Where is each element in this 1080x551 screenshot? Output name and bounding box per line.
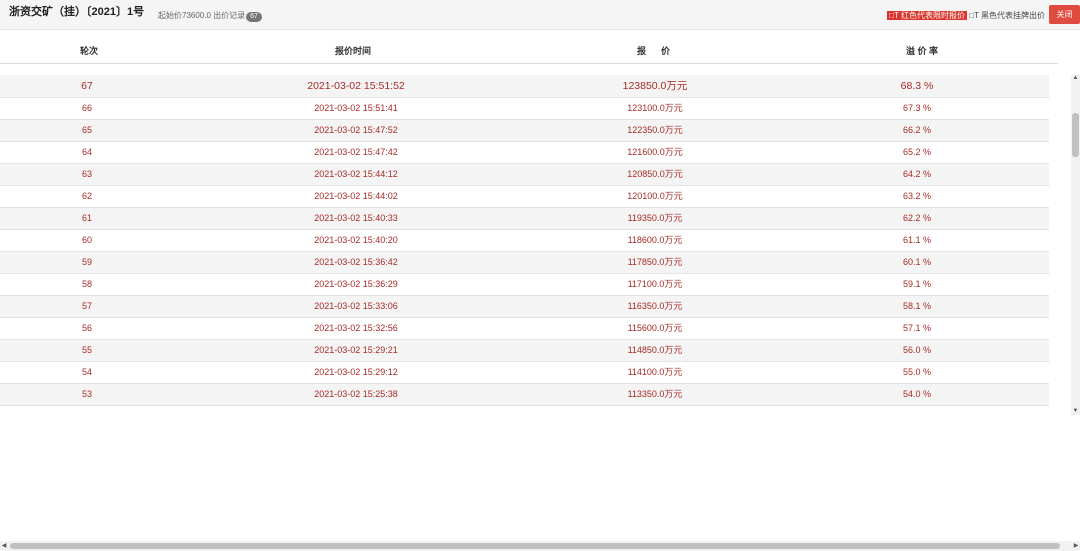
price-cell: 123100.0万元 <box>627 103 683 113</box>
price-cell: 123850.0万元 <box>622 80 688 92</box>
vertical-scroll-thumb[interactable] <box>1072 113 1079 157</box>
legend-black: □T 黑色代表挂牌出价 <box>969 11 1045 20</box>
round-cell: 55 <box>81 345 93 355</box>
rate-cell: 58.1 % <box>902 301 932 311</box>
legend: □T 红色代表限时报价 □T 黑色代表挂牌出价 <box>887 10 1045 21</box>
time-cell: 2021-03-02 15:47:52 <box>314 125 398 135</box>
scroll-up-arrow-icon[interactable]: ▲ <box>1072 75 1079 82</box>
rate-cell: 68.3 % <box>900 80 934 92</box>
scroll-down-arrow-icon[interactable]: ▼ <box>1072 408 1079 415</box>
price-cell: 120850.0万元 <box>627 169 683 179</box>
table-row: 67 2021-03-02 15:51:52 123850.0万元 68.3 % <box>0 75 1049 98</box>
column-header-price: 报 价 <box>637 46 671 56</box>
rate-cell: 54.0 % <box>902 389 932 399</box>
round-cell: 56 <box>81 323 93 333</box>
table-row: 58 2021-03-02 15:36:29 117100.0万元 59.1 % <box>0 274 1049 296</box>
round-cell: 62 <box>81 191 93 201</box>
time-cell: 2021-03-02 15:40:20 <box>314 235 398 245</box>
round-cell: 57 <box>81 301 93 311</box>
table-row: 54 2021-03-02 15:29:12 114100.0万元 55.0 % <box>0 362 1049 384</box>
time-cell: 2021-03-02 15:51:41 <box>314 103 398 113</box>
rate-cell: 60.1 % <box>902 257 932 267</box>
time-cell: 2021-03-02 15:25:38 <box>314 389 398 399</box>
table-row: 61 2021-03-02 15:40:33 119350.0万元 62.2 % <box>0 208 1049 230</box>
rate-cell: 61.1 % <box>902 235 932 245</box>
table-row: 66 2021-03-02 15:51:41 123100.0万元 67.3 % <box>0 98 1049 120</box>
round-cell: 63 <box>81 169 93 179</box>
round-cell: 60 <box>81 235 93 245</box>
price-cell: 115600.0万元 <box>627 323 683 333</box>
price-cell: 116350.0万元 <box>627 301 683 311</box>
table-row: 55 2021-03-02 15:29:21 114850.0万元 56.0 % <box>0 340 1049 362</box>
table-row: 63 2021-03-02 15:44:12 120850.0万元 64.2 % <box>0 164 1049 186</box>
round-cell: 65 <box>81 125 93 135</box>
record-count-badge: 67 <box>246 12 262 22</box>
rate-cell: 67.3 % <box>902 103 932 113</box>
table-row: 60 2021-03-02 15:40:20 118600.0万元 61.1 % <box>0 230 1049 252</box>
horizontal-scrollbar[interactable]: ◀ ▶ <box>0 541 1080 551</box>
table-spacer <box>0 64 1058 75</box>
round-cell: 58 <box>81 279 93 289</box>
round-cell: 53 <box>81 389 93 399</box>
time-cell: 2021-03-02 15:33:06 <box>314 301 398 311</box>
start-price-label: 起始价73600.0 出价记录 <box>158 11 246 20</box>
rate-cell: 65.2 % <box>902 147 932 157</box>
time-cell: 2021-03-02 15:32:56 <box>314 323 398 333</box>
close-button[interactable]: 关闭 <box>1049 5 1080 24</box>
time-cell: 2021-03-02 15:36:42 <box>314 257 398 267</box>
time-cell: 2021-03-02 15:36:29 <box>314 279 398 289</box>
page-title: 浙资交矿（挂）〔2021〕1号 <box>9 6 145 18</box>
time-cell: 2021-03-02 15:44:02 <box>314 191 398 201</box>
time-cell: 2021-03-02 15:51:52 <box>307 80 405 92</box>
time-cell: 2021-03-02 15:44:12 <box>314 169 398 179</box>
column-header-time: 报价时间 <box>335 46 372 56</box>
price-cell: 114850.0万元 <box>627 345 683 355</box>
time-cell: 2021-03-02 15:47:42 <box>314 147 398 157</box>
price-cell: 118600.0万元 <box>627 235 683 245</box>
price-cell: 122350.0万元 <box>627 125 683 135</box>
header-bar: 浙资交矿（挂）〔2021〕1号 起始价73600.0 出价记录 67 □T 红色代… <box>0 0 1080 30</box>
table-row: 62 2021-03-02 15:44:02 120100.0万元 63.2 % <box>0 186 1049 208</box>
bid-summary: 起始价73600.0 出价记录 67 <box>158 10 262 22</box>
rate-cell: 63.2 % <box>902 191 932 201</box>
price-cell: 117100.0万元 <box>627 279 683 289</box>
bid-table-body: 67 2021-03-02 15:51:52 123850.0万元 68.3 % 66 2… <box>0 75 1049 406</box>
table-row: 59 2021-03-02 15:36:42 117850.0万元 60.1 % <box>0 252 1049 274</box>
column-header-round: 轮次 <box>80 46 99 56</box>
table-row: 64 2021-03-02 15:47:42 121600.0万元 65.2 % <box>0 142 1049 164</box>
column-header-rate: 溢 价 率 <box>906 46 939 56</box>
rate-cell: 66.2 % <box>902 125 932 135</box>
horizontal-scroll-thumb[interactable] <box>10 543 1060 549</box>
table-row: 57 2021-03-02 15:33:06 116350.0万元 58.1 % <box>0 296 1049 318</box>
price-cell: 117850.0万元 <box>627 257 683 267</box>
table-row: 56 2021-03-02 15:32:56 115600.0万元 57.1 % <box>0 318 1049 340</box>
scroll-left-arrow-icon[interactable]: ◀ <box>0 541 8 551</box>
price-cell: 121600.0万元 <box>627 147 683 157</box>
round-cell: 54 <box>81 367 93 377</box>
rate-cell: 55.0 % <box>902 367 932 377</box>
price-cell: 113350.0万元 <box>627 389 683 399</box>
time-cell: 2021-03-02 15:29:21 <box>314 345 398 355</box>
table-row: 65 2021-03-02 15:47:52 122350.0万元 66.2 % <box>0 120 1049 142</box>
round-cell: 59 <box>81 257 93 267</box>
time-cell: 2021-03-02 15:29:12 <box>314 367 398 377</box>
legend-red: □T 红色代表限时报价 <box>887 11 967 20</box>
round-cell: 66 <box>81 103 93 113</box>
price-cell: 119350.0万元 <box>627 213 683 223</box>
table-header: 轮次 报价时间 报 价 溢 价 率 <box>0 44 1058 64</box>
round-cell: 64 <box>81 147 93 157</box>
table-row: 53 2021-03-02 15:25:38 113350.0万元 54.0 % <box>0 384 1049 406</box>
price-cell: 120100.0万元 <box>627 191 683 201</box>
rate-cell: 62.2 % <box>902 213 932 223</box>
rate-cell: 59.1 % <box>902 279 932 289</box>
scroll-right-arrow-icon[interactable]: ▶ <box>1072 541 1080 551</box>
rate-cell: 56.0 % <box>902 345 932 355</box>
round-cell: 67 <box>81 80 93 92</box>
time-cell: 2021-03-02 15:40:33 <box>314 213 398 223</box>
vertical-scrollbar[interactable]: ▲ ▼ <box>1071 75 1080 415</box>
rate-cell: 64.2 % <box>902 169 932 179</box>
rate-cell: 57.1 % <box>902 323 932 333</box>
round-cell: 61 <box>81 213 93 223</box>
price-cell: 114100.0万元 <box>627 367 683 377</box>
